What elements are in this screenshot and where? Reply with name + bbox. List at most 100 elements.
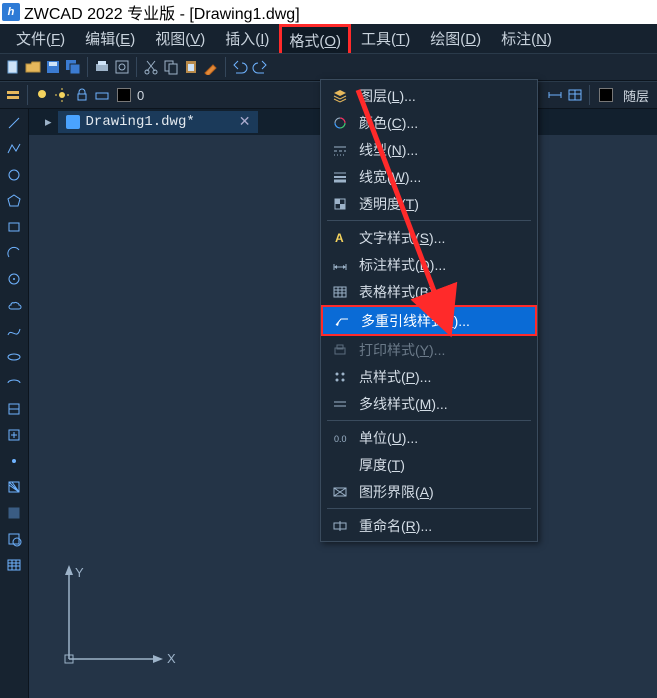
menu-separator	[327, 508, 531, 509]
menu-item-textstyle[interactable]: A 文字样式(S)...	[321, 224, 537, 251]
ellipse-icon[interactable]	[4, 347, 24, 367]
tab-arrow-icon[interactable]: ▸	[45, 114, 52, 130]
menu-item-dimstyle[interactable]: 标注样式(D)...	[321, 251, 537, 278]
menu-separator	[327, 220, 531, 221]
line-icon[interactable]	[4, 113, 24, 133]
insert-block-icon[interactable]	[4, 425, 24, 445]
menu-draw[interactable]: 绘图(D)	[420, 24, 491, 53]
bylayer-color-chip[interactable]	[599, 88, 613, 102]
dimstyle-tb-icon[interactable]	[546, 86, 564, 104]
plot-layer-icon[interactable]	[93, 86, 111, 104]
saveall-icon[interactable]	[64, 58, 82, 76]
menu-item-units[interactable]: 0.0 单位(U)...	[321, 424, 537, 451]
menu-tools[interactable]: 工具(T)	[351, 24, 420, 53]
layer-name[interactable]: 0	[137, 88, 197, 103]
menu-insert[interactable]: 插入(I)	[215, 24, 279, 53]
circle-icon[interactable]	[4, 165, 24, 185]
menu-edit[interactable]: 编辑(E)	[75, 24, 145, 53]
gradient-icon[interactable]	[4, 503, 24, 523]
block-icon[interactable]	[4, 399, 24, 419]
menu-file[interactable]: 文件(F)	[6, 24, 75, 53]
undo-icon[interactable]	[231, 58, 249, 76]
lock-icon[interactable]	[73, 86, 91, 104]
menu-item-color[interactable]: 颜色(C)...	[321, 109, 537, 136]
separator	[87, 57, 88, 77]
paste-icon[interactable]	[182, 58, 200, 76]
dimstyle-icon	[331, 256, 349, 274]
menu-format[interactable]: 格式(O)	[279, 24, 351, 53]
menu-item-pointstyle[interactable]: 点样式(P)...	[321, 363, 537, 390]
redo-icon[interactable]	[251, 58, 269, 76]
thickness-icon	[331, 456, 349, 474]
preview-icon[interactable]	[113, 58, 131, 76]
separator	[136, 57, 137, 77]
menu-item-plotstyle: 打印样式(Y)...	[321, 336, 537, 363]
new-icon[interactable]	[4, 58, 22, 76]
file-tab-label: Drawing1.dwg*	[86, 114, 195, 130]
tablestyle-tb-icon[interactable]	[566, 86, 584, 104]
polygon-icon[interactable]	[4, 191, 24, 211]
revcloud-icon[interactable]	[4, 295, 24, 315]
document-icon	[66, 115, 80, 129]
circle2-icon[interactable]	[4, 269, 24, 289]
save-icon[interactable]	[44, 58, 62, 76]
region-icon[interactable]	[4, 529, 24, 549]
menu-item-thickness[interactable]: 厚度(T)	[321, 451, 537, 478]
match-icon[interactable]	[202, 58, 220, 76]
menu-bar: 文件(F) 编辑(E) 视图(V) 插入(I) 格式(O) 工具(T) 绘图(D…	[0, 24, 657, 53]
svg-text:0.0: 0.0	[334, 434, 347, 444]
color-wheel-icon	[331, 114, 349, 132]
menu-item-mlinestyle[interactable]: 多线样式(M)...	[321, 390, 537, 417]
menu-item-rename[interactable]: 重命名(R)...	[321, 512, 537, 539]
table-icon[interactable]	[4, 555, 24, 575]
units-icon: 0.0	[331, 429, 349, 447]
hatch-icon[interactable]	[4, 477, 24, 497]
menu-item-lineweight[interactable]: 线宽(W)...	[321, 163, 537, 190]
layers-panel-icon[interactable]	[4, 86, 22, 104]
open-icon[interactable]	[24, 58, 42, 76]
bylayer-label[interactable]: 随层	[623, 86, 649, 105]
rename-icon	[331, 517, 349, 535]
axis-y-label: Y	[75, 565, 84, 580]
cut-icon[interactable]	[142, 58, 160, 76]
toolbar-standard	[0, 53, 657, 81]
rect-icon[interactable]	[4, 217, 24, 237]
point-icon[interactable]	[4, 451, 24, 471]
file-tab[interactable]: Drawing1.dwg* ✕	[58, 111, 259, 133]
lineweight-icon	[331, 168, 349, 186]
format-dropdown: 图层(L)... 颜色(C)... 线型(N)... 线宽(W)... 透明度(…	[320, 79, 538, 542]
ucs-axes: Y X	[59, 559, 179, 682]
menu-item-limits[interactable]: 图形界限(A)	[321, 478, 537, 505]
layers-icon	[331, 87, 349, 105]
copy-icon[interactable]	[162, 58, 180, 76]
separator	[225, 57, 226, 77]
mlinestyle-icon	[331, 395, 349, 413]
pline-icon[interactable]	[4, 139, 24, 159]
menu-item-linetype[interactable]: 线型(N)...	[321, 136, 537, 163]
bulb-icon[interactable]	[33, 86, 51, 104]
plotstyle-icon	[331, 341, 349, 359]
menu-item-tablestyle[interactable]: 表格样式(B)...	[321, 278, 537, 305]
menu-view[interactable]: 视图(V)	[145, 24, 215, 53]
ellipse-arc-icon[interactable]	[4, 373, 24, 393]
spline-icon[interactable]	[4, 321, 24, 341]
pointstyle-icon	[331, 368, 349, 386]
arc-icon[interactable]	[4, 243, 24, 263]
separator	[27, 85, 28, 105]
linetype-icon	[331, 141, 349, 159]
layer-color-chip[interactable]	[117, 88, 131, 102]
close-tab-icon[interactable]: ✕	[239, 114, 251, 131]
menu-separator	[327, 420, 531, 421]
menu-item-mleaderstyle[interactable]: 多重引线样式(I)...	[321, 305, 537, 336]
menu-item-layer[interactable]: 图层(L)...	[321, 82, 537, 109]
textstyle-icon: A	[331, 229, 349, 247]
title-bar: h ZWCAD 2022 专业版 - [Drawing1.dwg]	[0, 0, 657, 24]
separator	[589, 85, 590, 105]
menu-dim[interactable]: 标注(N)	[491, 24, 562, 53]
app-logo: h	[2, 3, 20, 21]
tablestyle-icon	[331, 283, 349, 301]
menu-item-transparency[interactable]: 透明度(T)	[321, 190, 537, 217]
sun-icon[interactable]	[53, 86, 71, 104]
limits-icon	[331, 483, 349, 501]
plot-icon[interactable]	[93, 58, 111, 76]
